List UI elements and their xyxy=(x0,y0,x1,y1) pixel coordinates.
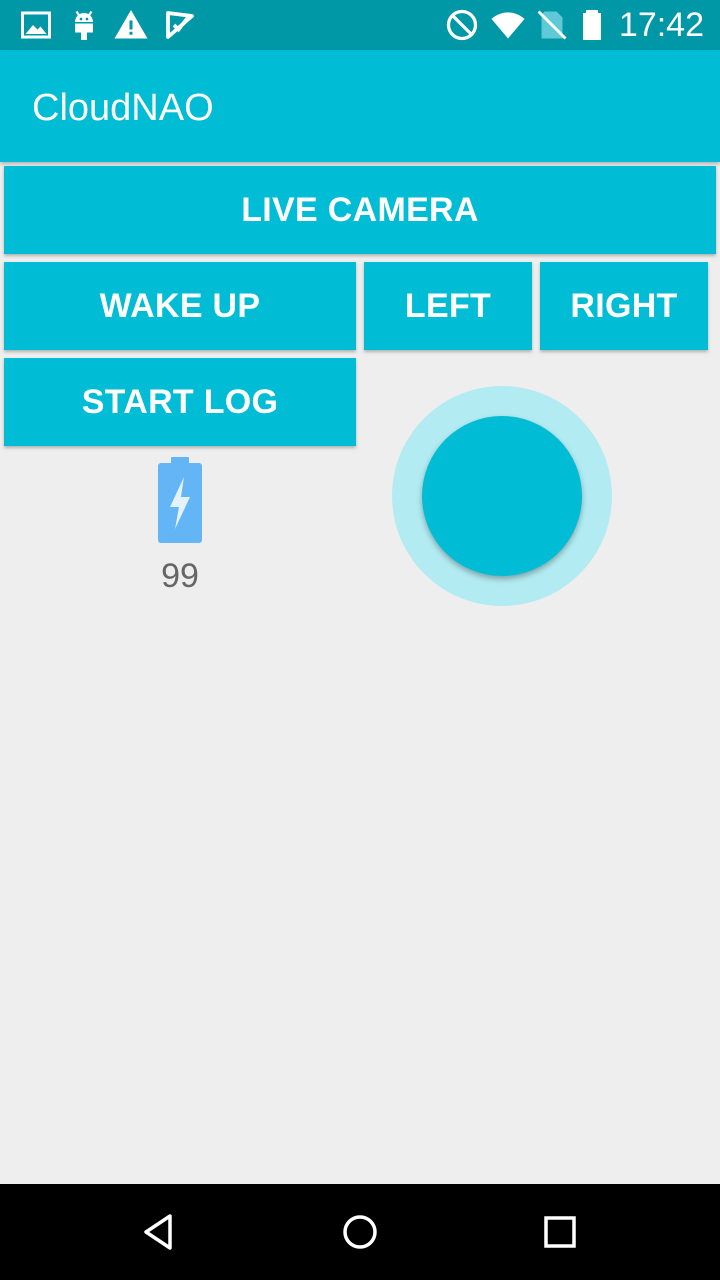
live-camera-button[interactable]: LIVE CAMERA xyxy=(4,166,716,254)
image-icon xyxy=(21,11,51,39)
wake-up-button[interactable]: WAKE UP xyxy=(4,262,356,350)
left-button[interactable]: LEFT xyxy=(364,262,532,350)
status-bar: 17:42 xyxy=(0,0,720,50)
right-button[interactable]: RIGHT xyxy=(540,262,708,350)
app-bar: CloudNAO xyxy=(0,50,720,162)
home-icon[interactable] xyxy=(336,1208,384,1256)
screen: 17:42 CloudNAO LIVE CAMERA WAKE UP LEFT … xyxy=(0,0,720,1280)
android-icon xyxy=(75,10,93,40)
navigation-bar xyxy=(0,1184,720,1280)
back-icon[interactable] xyxy=(136,1208,184,1256)
recents-icon[interactable] xyxy=(536,1208,584,1256)
wifi-icon xyxy=(491,12,525,39)
do-not-disturb-icon xyxy=(446,9,478,41)
battery-level: 99 xyxy=(161,557,199,595)
joystick-knob[interactable] xyxy=(422,416,582,576)
battery-icon xyxy=(583,10,601,40)
start-log-button[interactable]: START LOG xyxy=(4,358,356,446)
check-icon xyxy=(166,11,194,39)
app-title: CloudNAO xyxy=(32,87,214,129)
joystick[interactable] xyxy=(392,386,612,606)
battery-charging-icon xyxy=(158,457,202,543)
status-time: 17:42 xyxy=(618,6,704,44)
no-sim-icon xyxy=(537,10,567,40)
warning-icon xyxy=(114,10,148,39)
